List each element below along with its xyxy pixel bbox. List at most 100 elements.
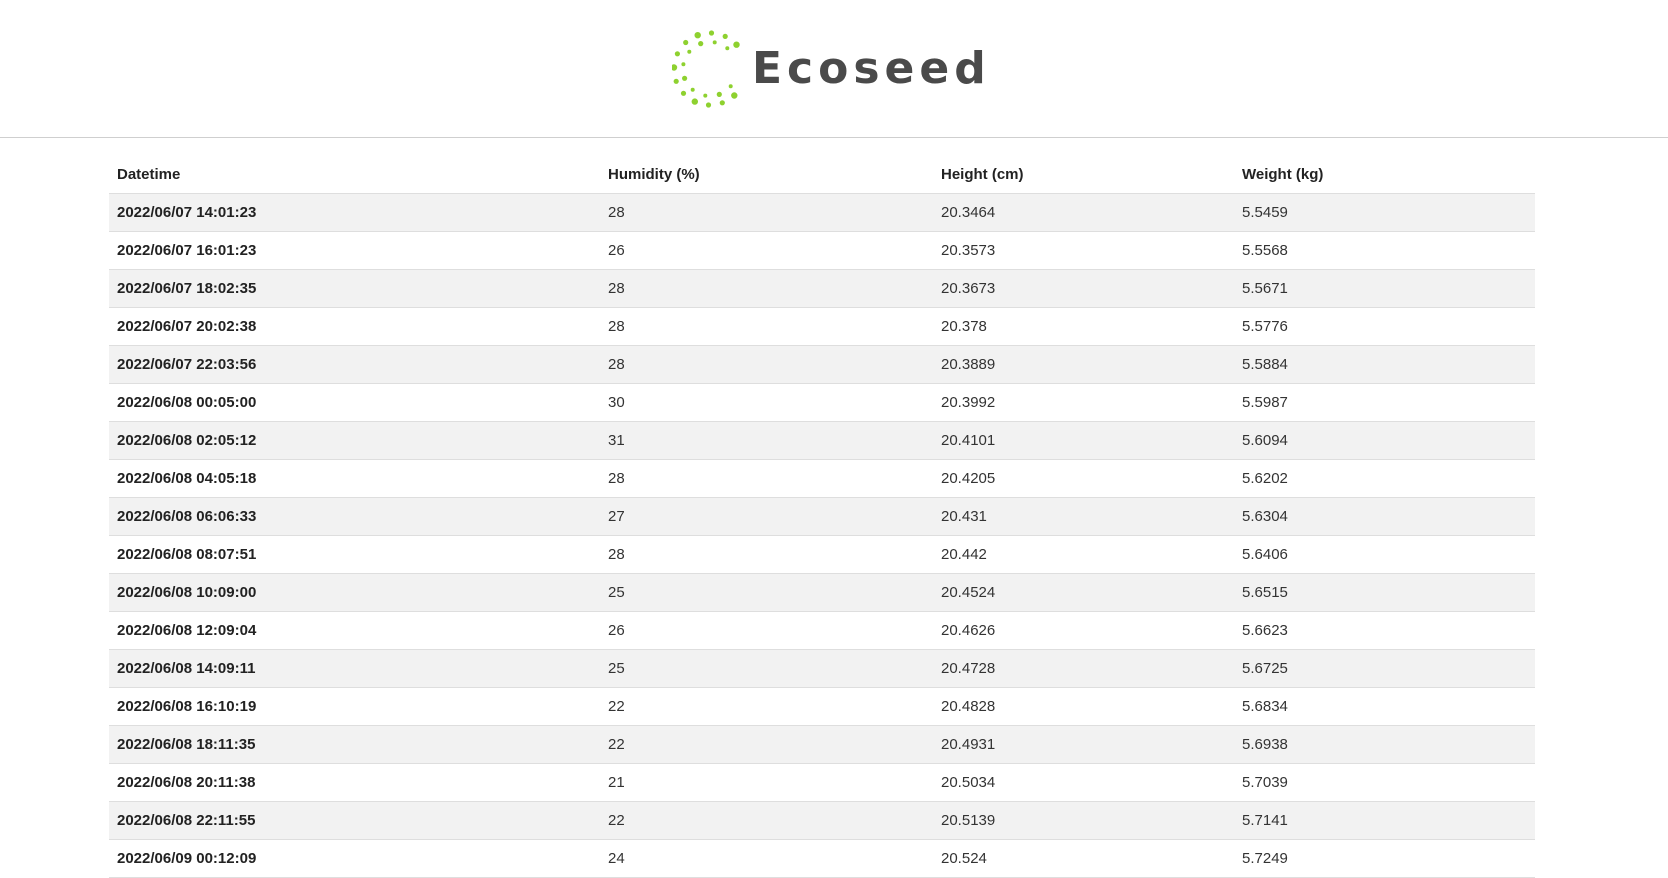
datetime-cell: 2022/06/07 16:01:23 — [109, 231, 600, 270]
datetime-cell: 2022/06/08 04:05:18 — [109, 459, 600, 498]
weight-cell: 5.6515 — [1234, 573, 1535, 612]
height-cell: 20.4828 — [933, 687, 1234, 726]
datetime-cell: 2022/06/08 08:07:51 — [109, 535, 600, 574]
table-row: 2022/06/08 02:05:12 31 20.4101 5.6094 — [109, 421, 1535, 460]
humidity-cell: 26 — [600, 611, 933, 650]
weight-cell: 5.5884 — [1234, 345, 1535, 384]
datetime-cell: 2022/06/07 18:02:35 — [109, 269, 600, 308]
datetime-cell: 2022/06/08 20:11:38 — [109, 763, 600, 802]
weight-cell: 5.7249 — [1234, 839, 1535, 878]
height-cell: 20.4626 — [933, 611, 1234, 650]
table-row: 2022/06/08 00:05:00 30 20.3992 5.5987 — [109, 383, 1535, 422]
table-row: 2022/06/07 16:01:23 26 20.3573 5.5568 — [109, 231, 1535, 270]
humidity-cell: 22 — [600, 801, 933, 840]
table-row: 2022/06/09 00:12:09 24 20.524 5.7249 — [109, 839, 1535, 878]
height-cell: 20.431 — [933, 497, 1234, 536]
datetime-cell: 2022/06/08 06:06:33 — [109, 497, 600, 536]
weight-cell: 5.6834 — [1234, 687, 1535, 726]
weight-cell: 5.7141 — [1234, 801, 1535, 840]
weight-cell: 5.6202 — [1234, 459, 1535, 498]
humidity-cell: 21 — [600, 763, 933, 802]
height-cell: 20.3889 — [933, 345, 1234, 384]
datetime-cell: 2022/06/08 22:11:55 — [109, 801, 600, 840]
brand-name: Ecoseed — [752, 43, 991, 94]
datetime-cell: 2022/06/08 02:05:12 — [109, 421, 600, 460]
humidity-cell: 26 — [600, 231, 933, 270]
humidity-cell: 28 — [600, 307, 933, 346]
weight-cell: 5.6725 — [1234, 649, 1535, 688]
weight-cell: 5.5776 — [1234, 307, 1535, 346]
height-cell: 20.3673 — [933, 269, 1234, 308]
column-header-height: Height (cm) — [933, 155, 1234, 194]
weight-cell: 5.5459 — [1234, 193, 1535, 232]
table-row: 2022/06/08 06:06:33 27 20.431 5.6304 — [109, 497, 1535, 536]
humidity-cell: 25 — [600, 573, 933, 612]
table-row: 2022/06/07 18:02:35 28 20.3673 5.5671 — [109, 269, 1535, 308]
datetime-cell: 2022/06/07 22:03:56 — [109, 345, 600, 384]
table-row: 2022/06/08 04:05:18 28 20.4205 5.6202 — [109, 459, 1535, 498]
datetime-cell: 2022/06/08 10:09:00 — [109, 573, 600, 612]
height-cell: 20.4728 — [933, 649, 1234, 688]
humidity-cell: 22 — [600, 725, 933, 764]
height-cell: 20.4205 — [933, 459, 1234, 498]
weight-cell: 5.6094 — [1234, 421, 1535, 460]
datetime-cell: 2022/06/08 14:09:11 — [109, 649, 600, 688]
height-cell: 20.4101 — [933, 421, 1234, 460]
humidity-cell: 25 — [600, 649, 933, 688]
height-cell: 20.442 — [933, 535, 1234, 574]
humidity-cell: 27 — [600, 497, 933, 536]
humidity-cell: 31 — [600, 421, 933, 460]
table-row: 2022/06/07 20:02:38 28 20.378 5.5776 — [109, 307, 1535, 346]
table-row: 2022/06/08 14:09:11 25 20.4728 5.6725 — [109, 649, 1535, 688]
humidity-cell: 24 — [600, 839, 933, 878]
height-cell: 20.3573 — [933, 231, 1234, 270]
weight-cell: 5.6623 — [1234, 611, 1535, 650]
table-row: 2022/06/07 14:01:23 28 20.3464 5.5459 — [109, 193, 1535, 232]
weight-cell: 5.5987 — [1234, 383, 1535, 422]
weight-cell: 5.6938 — [1234, 725, 1535, 764]
weight-cell: 5.5568 — [1234, 231, 1535, 270]
humidity-cell: 28 — [600, 269, 933, 308]
height-cell: 20.524 — [933, 839, 1234, 878]
datetime-cell: 2022/06/08 00:05:00 — [109, 383, 600, 422]
height-cell: 20.4524 — [933, 573, 1234, 612]
datetime-cell: 2022/06/07 14:01:23 — [109, 193, 600, 232]
table-row: 2022/06/08 20:11:38 21 20.5034 5.7039 — [109, 763, 1535, 802]
brand-logo[interactable]: Ecoseed — [672, 27, 991, 111]
humidity-cell: 28 — [600, 535, 933, 574]
datetime-cell: 2022/06/08 16:10:19 — [109, 687, 600, 726]
table-row: 2022/06/08 22:11:55 22 20.5139 5.7141 — [109, 801, 1535, 840]
column-header-datetime: Datetime — [109, 155, 600, 194]
weight-cell: 5.6406 — [1234, 535, 1535, 574]
table-row: 2022/06/08 16:10:19 22 20.4828 5.6834 — [109, 687, 1535, 726]
humidity-cell: 30 — [600, 383, 933, 422]
table-row: 2022/06/08 12:09:04 26 20.4626 5.6623 — [109, 611, 1535, 650]
humidity-cell: 22 — [600, 687, 933, 726]
column-header-weight: Weight (kg) — [1234, 155, 1535, 194]
table-row: 2022/06/08 18:11:35 22 20.4931 5.6938 — [109, 725, 1535, 764]
readings-table: Datetime Humidity (%) Height (cm) Weight… — [109, 155, 1535, 878]
height-cell: 20.378 — [933, 307, 1234, 346]
height-cell: 20.3992 — [933, 383, 1234, 422]
height-cell: 20.5034 — [933, 763, 1234, 802]
weight-cell: 5.5671 — [1234, 269, 1535, 308]
humidity-cell: 28 — [600, 345, 933, 384]
table-header-row: Datetime Humidity (%) Height (cm) Weight… — [109, 155, 1535, 194]
table-row: 2022/06/08 08:07:51 28 20.442 5.6406 — [109, 535, 1535, 574]
table-row: 2022/06/07 22:03:56 28 20.3889 5.5884 — [109, 345, 1535, 384]
humidity-cell: 28 — [600, 193, 933, 232]
weight-cell: 5.7039 — [1234, 763, 1535, 802]
page-header: Ecoseed — [0, 0, 1668, 138]
height-cell: 20.4931 — [933, 725, 1234, 764]
datetime-cell: 2022/06/07 20:02:38 — [109, 307, 600, 346]
weight-cell: 5.6304 — [1234, 497, 1535, 536]
humidity-cell: 28 — [600, 459, 933, 498]
readings-table-container: Datetime Humidity (%) Height (cm) Weight… — [109, 155, 1535, 878]
height-cell: 20.3464 — [933, 193, 1234, 232]
dotted-circle-seed-icon — [672, 27, 750, 111]
datetime-cell: 2022/06/08 12:09:04 — [109, 611, 600, 650]
table-row: 2022/06/08 10:09:00 25 20.4524 5.6515 — [109, 573, 1535, 612]
datetime-cell: 2022/06/08 18:11:35 — [109, 725, 600, 764]
datetime-cell: 2022/06/09 00:12:09 — [109, 839, 600, 878]
column-header-humidity: Humidity (%) — [600, 155, 933, 194]
